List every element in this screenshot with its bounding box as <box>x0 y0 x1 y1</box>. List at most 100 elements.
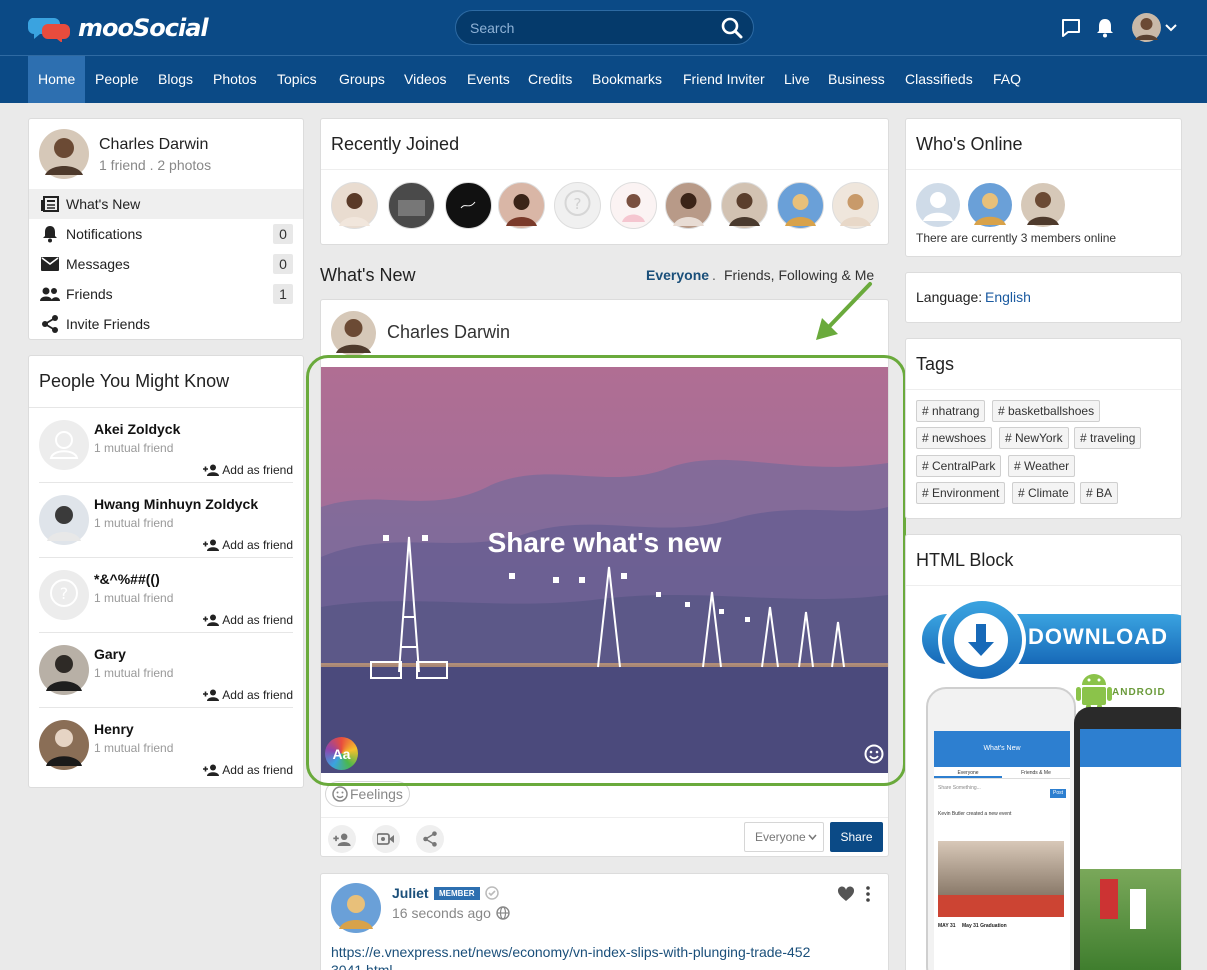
add-friend-button[interactable]: Add as friend <box>203 763 293 777</box>
add-friend-button[interactable]: Add as friend <box>203 463 293 477</box>
avatar-image[interactable] <box>39 495 89 545</box>
suggestion-item: Akei Zoldyck 1 mutual friend Add as frie… <box>39 408 293 483</box>
member-avatar[interactable] <box>665 182 712 229</box>
tag-friends-button[interactable] <box>328 825 356 853</box>
menu-label: Notifications <box>66 226 143 242</box>
member-avatar[interactable] <box>331 182 378 229</box>
menu-notifications[interactable]: Notifications 0 <box>29 219 303 249</box>
nav-people[interactable]: People <box>85 56 149 103</box>
download-banner[interactable]: DOWNLOAD <box>918 597 1181 683</box>
privacy-select[interactable]: Everyone <box>744 822 824 852</box>
video-button[interactable] <box>372 825 400 853</box>
site-logo[interactable]: mooSocial <box>28 14 209 42</box>
more-options-icon[interactable] <box>865 886 871 902</box>
nav-home[interactable]: Home <box>28 56 86 103</box>
suggestion-name[interactable]: Gary <box>94 646 126 662</box>
default-avatar-icon[interactable]: ? <box>554 182 601 229</box>
menu-friends[interactable]: Friends 1 <box>29 279 303 309</box>
default-avatar-icon[interactable] <box>39 420 89 470</box>
friends-icon <box>40 287 60 301</box>
nav-bookmarks[interactable]: Bookmarks <box>582 56 672 103</box>
recently-joined-card: Recently Joined ? <box>320 118 889 245</box>
member-avatar[interactable] <box>777 182 824 229</box>
tag-item[interactable]: # BA <box>1080 482 1119 504</box>
nav-classifieds[interactable]: Classifieds <box>895 56 983 103</box>
member-avatar[interactable] <box>498 182 545 229</box>
search-icon[interactable] <box>721 17 743 39</box>
tag-item[interactable]: # Weather <box>1008 455 1076 477</box>
search-box[interactable] <box>455 10 754 45</box>
menu-invite-friends[interactable]: Invite Friends <box>29 309 303 339</box>
phone-app-title: What's New <box>934 731 1070 767</box>
nav-groups[interactable]: Groups <box>329 56 395 103</box>
post-author-avatar[interactable] <box>331 883 381 933</box>
post-link[interactable]: https://e.vnexpress.net/news/economy/vn-… <box>331 943 811 970</box>
member-avatar[interactable] <box>832 182 879 229</box>
suggestion-name[interactable]: *&^%##(() <box>94 571 160 587</box>
member-avatar[interactable] <box>445 182 492 229</box>
nav-live[interactable]: Live <box>774 56 820 103</box>
nav-blogs[interactable]: Blogs <box>148 56 203 103</box>
highlight-frame <box>306 355 906 786</box>
nav-topics[interactable]: Topics <box>267 56 327 103</box>
nav-business[interactable]: Business <box>818 56 895 103</box>
nav-events[interactable]: Events <box>457 56 520 103</box>
phone-post-btn: Post <box>1050 789 1066 798</box>
chat-icon[interactable] <box>1060 17 1082 39</box>
heart-icon[interactable] <box>837 886 855 902</box>
user-avatar[interactable] <box>1132 13 1161 47</box>
avatar-image[interactable] <box>39 645 89 695</box>
android-text: ANDROID <box>1112 687 1166 698</box>
logo-text: mooSocial <box>78 14 209 42</box>
tag-item[interactable]: # traveling <box>1074 427 1142 449</box>
svg-text:?: ? <box>60 584 69 603</box>
profile-avatar[interactable] <box>39 129 89 179</box>
tag-item[interactable]: # newshoes <box>916 427 993 449</box>
member-avatar[interactable] <box>388 182 435 229</box>
menu-messages[interactable]: Messages 0 <box>29 249 303 279</box>
html-block-card: HTML Block DOWNLOAD ANDROID What's New E… <box>905 534 1182 970</box>
add-friend-button[interactable]: Add as friend <box>203 538 293 552</box>
tag-item[interactable]: # basketballshoes <box>992 400 1101 422</box>
tag-item[interactable]: # NewYork <box>999 427 1069 449</box>
search-input[interactable] <box>470 19 710 37</box>
nav-faq[interactable]: FAQ <box>983 56 1031 103</box>
section-title: People You Might Know <box>39 371 230 391</box>
suggestion-name[interactable]: Hwang Minhuyn Zoldyck <box>94 496 258 512</box>
add-friend-button[interactable]: Add as friend <box>203 688 293 702</box>
member-avatar[interactable] <box>721 182 768 229</box>
online-member-avatar[interactable] <box>1021 183 1065 227</box>
language-link[interactable]: English <box>985 289 1031 305</box>
member-avatar[interactable] <box>610 182 657 229</box>
default-avatar-icon[interactable] <box>916 183 960 227</box>
add-friend-button[interactable]: Add as friend <box>203 613 293 627</box>
avatar-image[interactable] <box>39 720 89 770</box>
post-card: Juliet MEMBER 16 seconds ago https://e.v… <box>320 873 889 970</box>
nav-friend-inviter[interactable]: Friend Inviter <box>673 56 775 103</box>
nav-credits[interactable]: Credits <box>518 56 582 103</box>
share-link-button[interactable] <box>416 825 444 853</box>
add-user-icon <box>203 464 220 476</box>
tag-item[interactable]: # Climate <box>1012 482 1075 504</box>
section-title: Tags <box>916 354 955 374</box>
share-button[interactable]: Share <box>830 822 883 852</box>
bell-icon <box>43 226 57 243</box>
svg-text:?: ? <box>574 195 582 213</box>
post-author[interactable]: Juliet <box>392 885 429 901</box>
tag-item[interactable]: # nhatrang <box>916 400 986 422</box>
suggestion-name[interactable]: Akei Zoldyck <box>94 421 180 437</box>
profile-name[interactable]: Charles Darwin <box>99 136 208 154</box>
default-avatar-icon[interactable]: ? <box>39 570 89 620</box>
tag-item[interactable]: # Environment <box>916 482 1006 504</box>
nav-photos[interactable]: Photos <box>203 56 267 103</box>
online-member-avatar[interactable] <box>968 183 1012 227</box>
bell-icon[interactable] <box>1095 17 1115 39</box>
filter-everyone[interactable]: Everyone <box>646 267 709 283</box>
menu-whats-new[interactable]: What's New <box>29 189 303 219</box>
chevron-down-icon[interactable] <box>1165 23 1177 33</box>
suggestion-name[interactable]: Henry <box>94 721 134 737</box>
tag-item[interactable]: # CentralPark <box>916 455 1002 477</box>
nav-videos[interactable]: Videos <box>394 56 457 103</box>
mail-icon <box>41 257 59 271</box>
post-time[interactable]: 16 seconds ago <box>392 905 491 921</box>
